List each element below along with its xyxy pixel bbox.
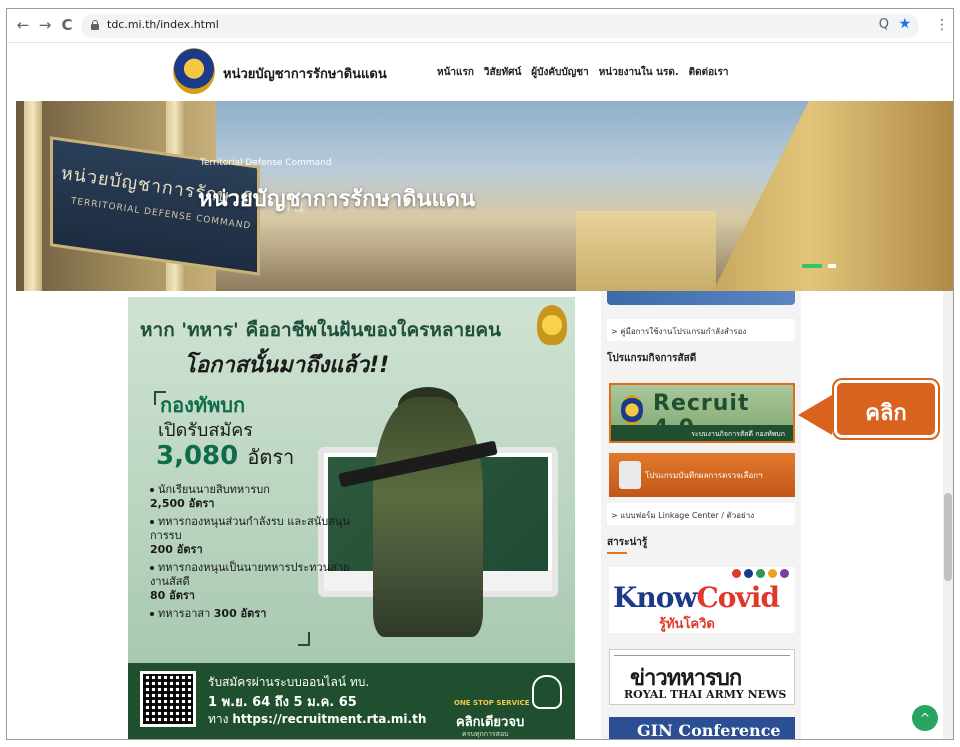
recruit-subtitle: ระบบงานกิจการสัสดี กองทัพบก [611,425,793,441]
back-to-top-icon[interactable]: ^ [912,705,938,731]
url-text: tdc.mi.th/index.html [107,18,219,31]
callout-arrow-icon [798,395,832,435]
click-callout: คลิก [834,380,938,438]
know-covid-subtitle: รู้ทันโควิด [659,617,715,632]
browser-toolbar: ← → C tdc.mi.th/index.html Q ★ ⋮ [7,9,953,43]
zoom-icon[interactable]: Q [879,17,889,32]
lock-icon [91,20,99,30]
site-name[interactable]: หน่วยบัญชาการรักษาดินแดน [223,63,387,84]
army-emblem-icon [537,305,567,345]
back-icon[interactable]: ← [13,15,33,35]
qr-code [140,671,196,727]
register-online-text: รับสมัครผ่านระบบออนไลน์ ทบ. [208,675,370,689]
poster-total-unit: อัตรา [247,445,295,469]
browser-window: ← → C tdc.mi.th/index.html Q ★ ⋮ หน่วยบั… [6,8,954,740]
main-content: หาก 'ทหาร' คืออาชีพในฝันของใครหลายคน โอก… [7,291,953,740]
gin-conference-title: GIN Conference [637,721,781,740]
list-item: ทหารกองหนุนเป็นนายทหารประทวนสายงานสัสดี 8… [150,561,350,602]
slide-dot-active[interactable] [802,264,822,268]
list-item: ทหารกองหนุนส่วนกำลังรบ และสนับสนุนการรบ 2… [150,515,350,556]
record-program-banner[interactable]: โปรแกรมบันทึกผลการตรวจเลือกฯ [609,453,795,497]
army-news-subtitle: ROYAL THAI ARMY NEWS [624,688,787,701]
poster-open: เปิดรับสมัคร [158,420,253,441]
hero-slider[interactable]: หน่วยบัญชาการรักษาดินแดน TERRITORIAL DEF… [16,101,953,291]
linkage-link[interactable]: > แบบฟอร์ม Linkage Center / ตัวอย่าง [607,503,795,525]
hero-title: หน่วยบัญชาการรักษาดินแดน [198,187,476,212]
poster-headline: หาก 'ทหาร' คืออาชีพในฝันของใครหลายคน [140,319,502,341]
callout-label: คลิก [865,401,907,426]
manual-link[interactable]: > คู่มือการใช้งานโปรแกรมกำลังสำรอง [607,319,795,341]
poster-total: 3,080 อัตรา [156,441,294,473]
poster-footer: รับสมัครผ่านระบบออนไลน์ ทบ. 1 พ.ย. 64 ถึ… [128,663,575,739]
nav-commanders[interactable]: ผู้บังคับบัญชา [531,65,588,80]
top-nav: หน้าแรก วิสัยทัศน์ ผู้บังคับบัญชา หน่วยง… [437,65,729,80]
poster-subheadline: โอกาสนั้นมาถึงแล้ว!! [184,353,390,378]
site-header: หน่วยบัญชาการรักษาดินแดน หน้าแรก วิสัยทั… [7,43,953,101]
forward-icon[interactable]: → [35,15,55,35]
tap-hand-icon [532,675,562,709]
scrollbar-thumb[interactable] [944,493,952,581]
welfare-heading: โปรแกรมกิจการสัสดี [607,353,697,364]
hero-kicker: Territorial Defense Command [200,158,332,168]
partner-logos [732,569,789,578]
recruitment-poster[interactable]: หาก 'ทหาร' คืออาชีพในฝันของใครหลายคน โอก… [128,297,575,739]
nav-home[interactable]: หน้าแรก [437,65,474,80]
register-url: ทาง https://recruitment.rta.mi.th [208,712,427,726]
register-dates: 1 พ.ย. 64 ถึง 5 ม.ค. 65 [208,695,357,710]
poster-quota-list: นักเรียนนายสิบทหารบก 2,500 อัตรา ทหารกองห… [150,483,350,625]
nav-units[interactable]: หน่วยงานใน นรด. [599,65,679,80]
one-click-sub: ครบทุกการสอบ [462,730,509,738]
gin-conference-banner[interactable]: GIN Conference [609,717,795,740]
one-stop-label: ONE STOP SERVICE [454,699,530,707]
sidebar-top-banner[interactable] [607,291,795,305]
site-logo[interactable] [173,48,215,94]
nav-contact[interactable]: ติดต่อเรา [689,65,729,80]
sidebar: > คู่มือการใช้งานโปรแกรมกำลังสำรอง โปรแก… [601,291,801,740]
list-item: นักเรียนนายสิบทหารบก 2,500 อัตรา [150,483,270,510]
nav-vision[interactable]: วิสัยทัศน์ [484,65,521,80]
army-news-banner[interactable]: ข่าวทหารบก ROYAL THAI ARMY NEWS [609,649,795,705]
record-program-text: โปรแกรมบันทึกผลการตรวจเลือกฯ [645,471,763,480]
know-covid-title: KnowCovid [613,581,780,614]
know-covid-banner[interactable]: KnowCovid รู้ทันโควิด [609,567,795,633]
bookmark-star-icon[interactable]: ★ [898,16,911,32]
browser-menu-icon[interactable]: ⋮ [933,15,951,35]
poster-total-number: 3,080 [156,441,239,471]
knowledge-heading: สาระน่ารู้ [607,535,647,554]
reload-icon[interactable]: C [57,15,77,35]
address-bar[interactable]: tdc.mi.th/index.html Q ★ [81,14,919,38]
slide-dot[interactable] [828,264,836,268]
hero-building-image [576,211,716,291]
recruit-4-banner[interactable]: Recruit 4.0 ระบบงานกิจการสัสดี กองทัพบก [609,383,795,443]
army-emblem-icon [621,395,643,425]
list-item: ทหารอาสา 300 อัตรา [150,607,350,621]
document-icon [619,461,641,489]
